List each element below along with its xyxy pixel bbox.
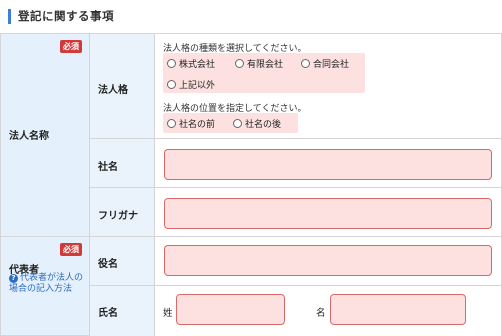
question-icon: ? <box>9 274 18 283</box>
title-label-cell: 役名 <box>89 236 155 286</box>
corporate-name-group-cell: 必須 法人名称 <box>0 33 90 237</box>
corporate-name-label: 法人名称 <box>9 131 49 142</box>
radio-after-name[interactable]: 社名の後 <box>233 117 281 130</box>
corp-type-label-cell: 法人格 <box>89 33 155 139</box>
name-label: 氏名 <box>98 308 118 319</box>
company-name-label: 社名 <box>98 162 118 173</box>
furigana-label-cell: フリガナ <box>89 187 155 237</box>
radio-circle-icon <box>301 59 310 68</box>
title-input[interactable] <box>164 245 492 276</box>
required-badge: 必須 <box>60 243 82 256</box>
radio-circle-icon <box>167 119 176 128</box>
last-name-label: 姓 <box>163 308 173 319</box>
representative-help-link[interactable]: ? 代表者が法人の場合の記入方法 <box>9 273 89 295</box>
furigana-field-cell <box>154 187 502 237</box>
section-title: 登記に関する事項 <box>18 9 114 23</box>
registration-form: 登記に関する事項 必須 法人名称 法人格 法人格の種類を選択してください。 株式… <box>0 0 502 336</box>
section-header: 登記に関する事項 <box>0 0 502 34</box>
name-label-cell: 氏名 <box>89 285 155 336</box>
company-name-label-cell: 社名 <box>89 138 155 188</box>
title-label: 役名 <box>98 259 118 270</box>
radio-other[interactable]: 上記以外 <box>167 78 215 91</box>
required-badge: 必須 <box>60 40 82 53</box>
title-field-cell <box>154 236 502 286</box>
radio-godo[interactable]: 合同会社 <box>301 57 349 70</box>
company-name-field-cell <box>154 138 502 188</box>
radio-circle-icon <box>233 119 242 128</box>
last-name-input[interactable] <box>176 294 285 325</box>
section-accent-bar <box>8 9 11 24</box>
first-name-input[interactable] <box>330 294 466 325</box>
radio-kabushiki[interactable]: 株式会社 <box>167 57 215 70</box>
company-name-input[interactable] <box>164 149 492 180</box>
first-name-label: 名 <box>316 308 326 319</box>
radio-circle-icon <box>167 80 176 89</box>
representative-group-cell: 必須 代表者 ? 代表者が法人の場合の記入方法 <box>0 236 90 336</box>
furigana-label: フリガナ <box>98 211 138 222</box>
furigana-input[interactable] <box>164 198 492 229</box>
radio-circle-icon <box>235 59 244 68</box>
name-field-cell: 姓 名 <box>154 285 502 336</box>
corp-type-field-cell: 法人格の種類を選択してください。 株式会社 有限会社 合同会社 上記以外 法人格… <box>154 33 502 139</box>
radio-before-name[interactable]: 社名の前 <box>167 117 215 130</box>
radio-circle-icon <box>167 59 176 68</box>
radio-yugen[interactable]: 有限会社 <box>235 57 283 70</box>
corp-type-label: 法人格 <box>98 85 128 96</box>
